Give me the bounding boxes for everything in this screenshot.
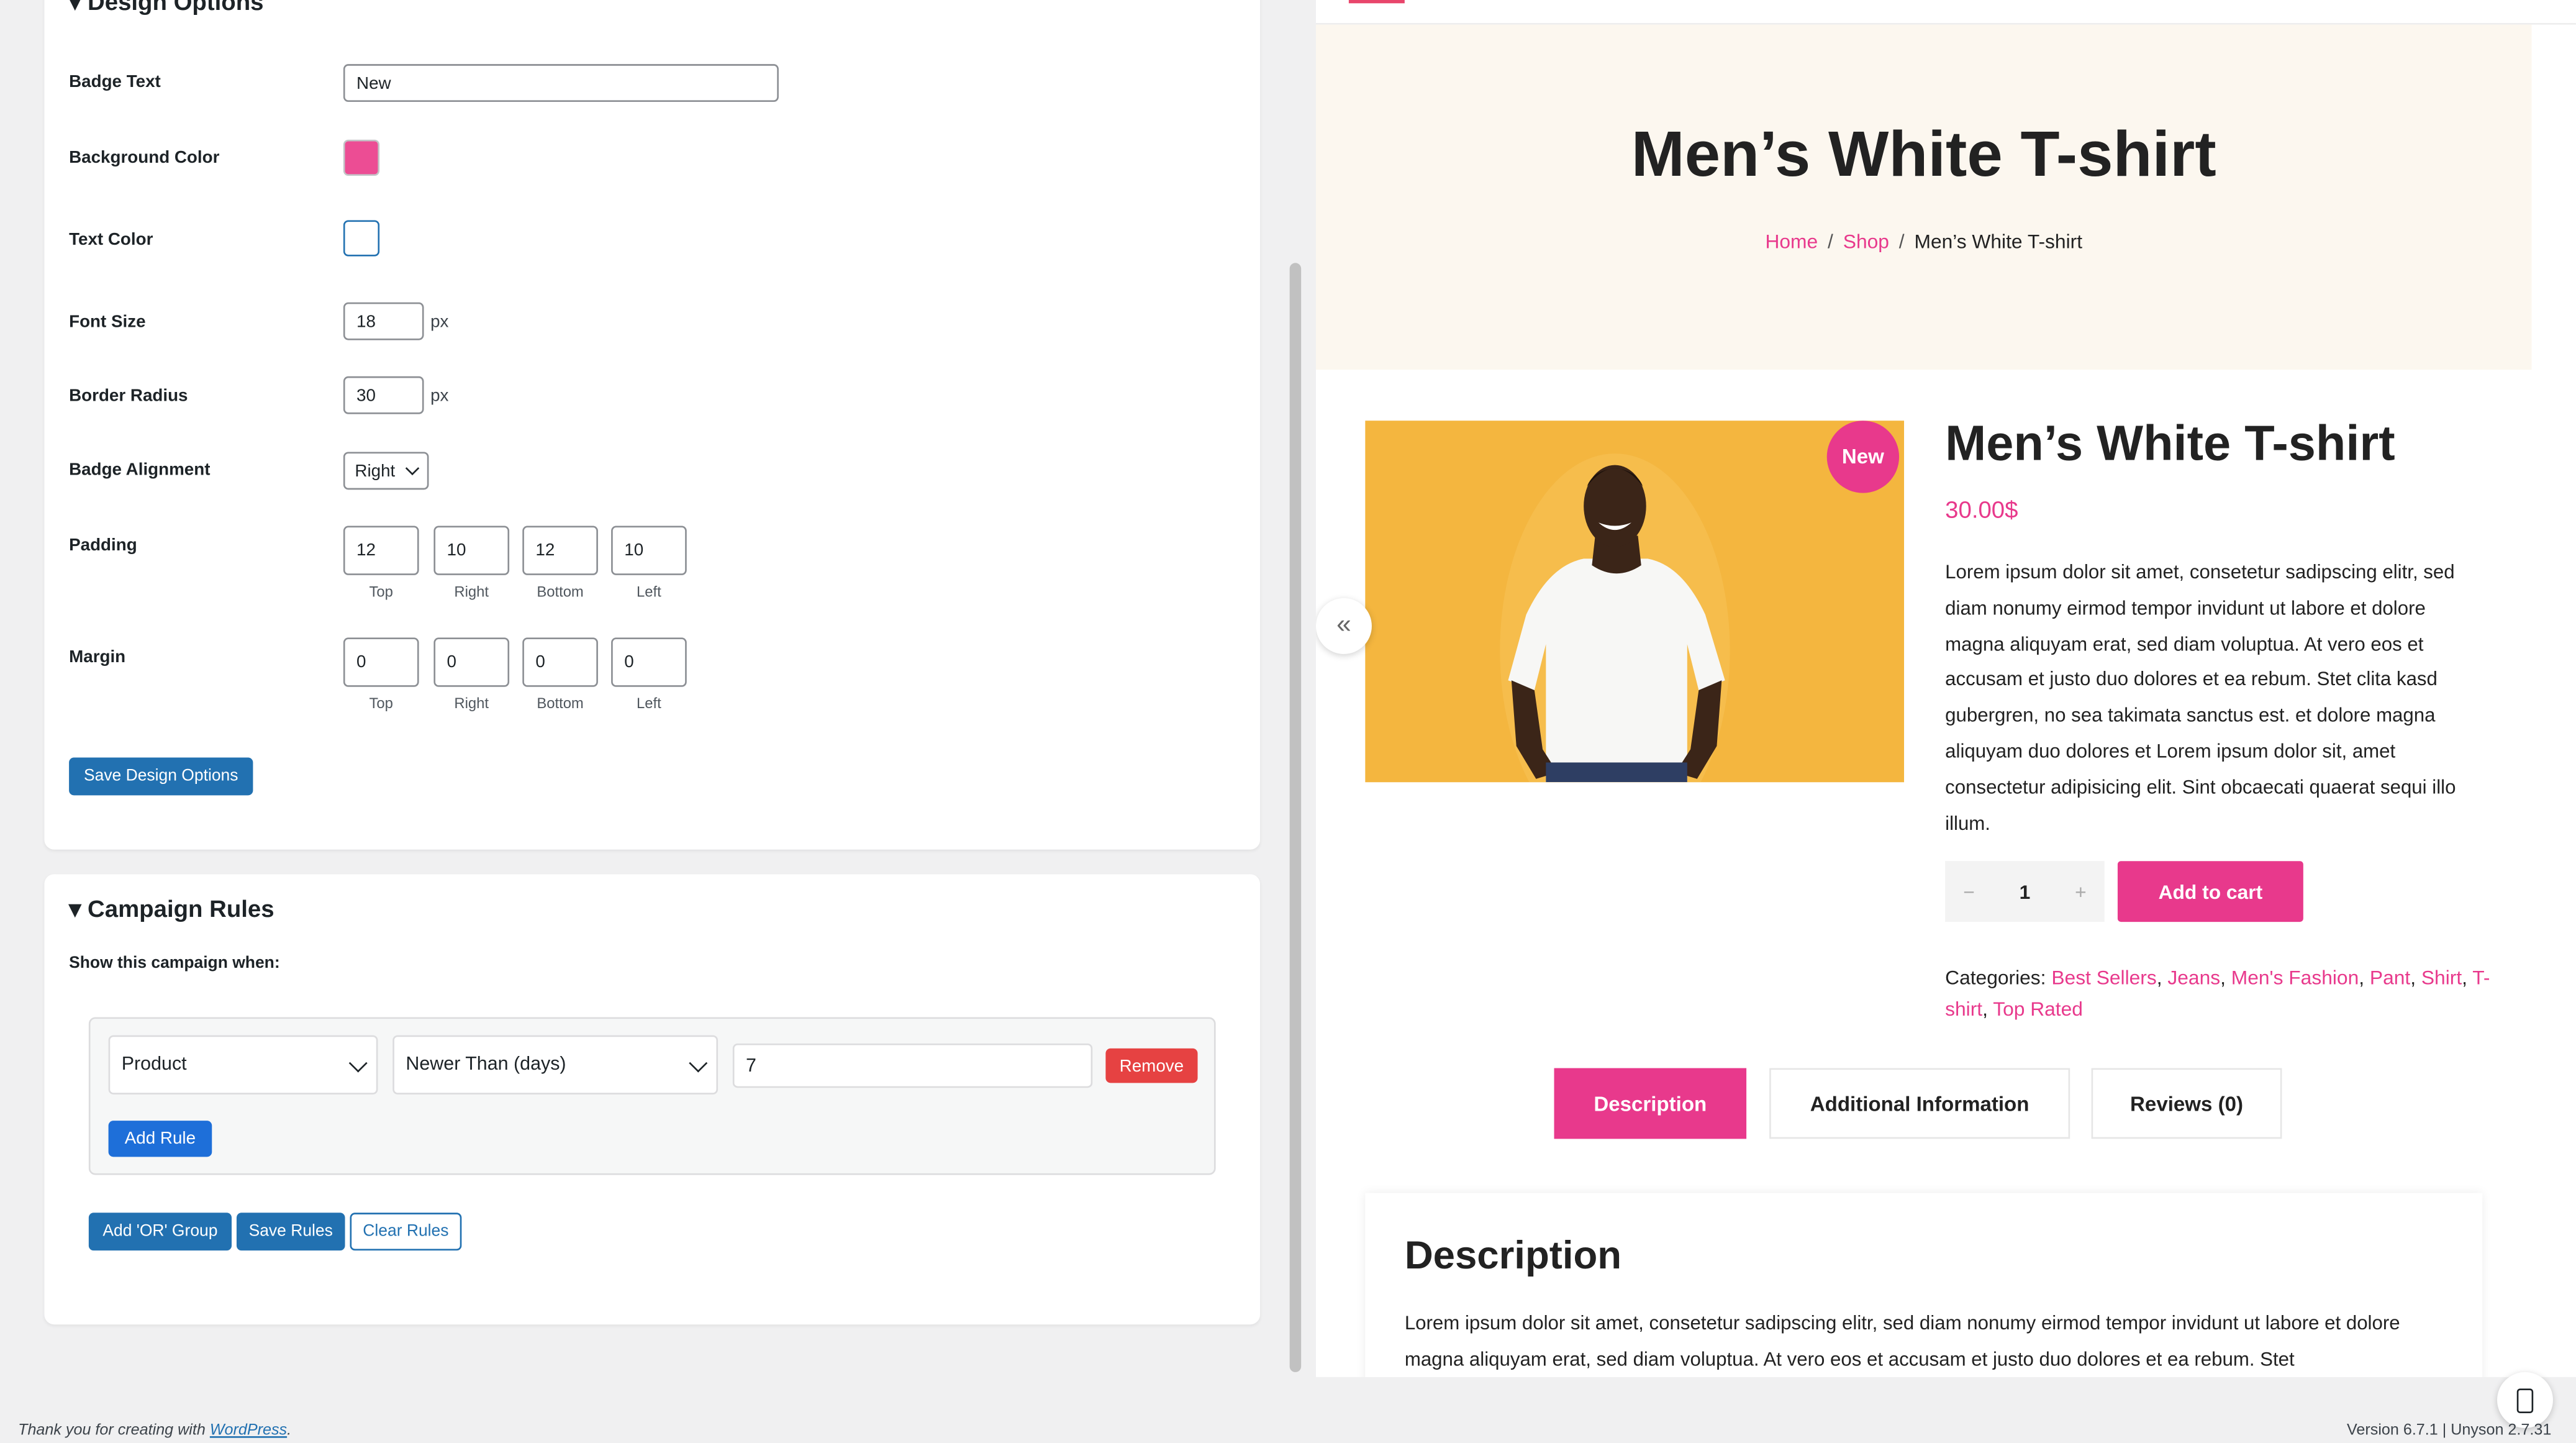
tab-description[interactable]: Description (1554, 1068, 1747, 1139)
background-color-picker[interactable] (343, 139, 380, 176)
hero-title: Men’s White T-shirt (1631, 120, 2216, 191)
margin-top-caption: Top (369, 695, 393, 712)
product-price: 30.00$ (1945, 498, 2018, 524)
category-link[interactable]: Top Rated (1993, 998, 2083, 1021)
preview-header-bar (1315, 0, 2576, 25)
description-panel: Description Lorem ipsum dolor sit amet, … (1365, 1193, 2483, 1377)
mobile-device-icon (2516, 1388, 2534, 1413)
margin-right-caption: Right (454, 695, 489, 712)
save-design-options-button[interactable]: Save Design Options (69, 757, 253, 796)
breadcrumb-home-link[interactable]: Home (1765, 230, 1818, 253)
product-preview: Men’s White T-shirt Home / Shop / Men’s Whit… (1315, 0, 2576, 1377)
wordpress-link[interactable]: WordPress (210, 1421, 287, 1439)
page-hero: Men’s White T-shirt Home / Shop / Men’s Whit… (1315, 24, 2532, 370)
rule-condition-select[interactable]: Newer Than (days) (392, 1035, 719, 1095)
badge-alignment-label: Badge Alignment (69, 460, 211, 480)
border-radius-unit: px (430, 386, 449, 406)
category-link[interactable]: Shirt (2421, 966, 2462, 989)
breadcrumb-separator: / (1898, 230, 1905, 253)
border-radius-input[interactable]: 30 (343, 376, 424, 414)
margin-top-input[interactable]: 0 (343, 637, 419, 687)
rule-subject-select[interactable]: Product (108, 1035, 378, 1095)
add-to-cart-button[interactable]: Add to cart (2117, 861, 2303, 922)
category-link[interactable]: Best Sellers (2051, 966, 2156, 989)
rule-condition-value: Newer Than (days) (406, 1055, 566, 1075)
chevron-down-icon (689, 1053, 708, 1072)
rule-value-input[interactable]: 7 (732, 1043, 1093, 1088)
category-link[interactable]: Jeans (2167, 966, 2220, 989)
product-short-description: Lorem ipsum dolor sit amet, consetetur s… (1945, 560, 2456, 834)
footer-version: Version 6.7.1 | Unyson 2.7.31 (2347, 1421, 2552, 1440)
font-size-label: Font Size (69, 312, 146, 332)
campaign-rules-heading[interactable]: ▾ Campaign Rules (69, 897, 274, 923)
qty-value[interactable]: 1 (2020, 880, 2031, 903)
breadcrumb-separator: / (1828, 230, 1833, 253)
category-link[interactable]: Pant (2370, 966, 2410, 989)
text-color-picker[interactable] (343, 220, 380, 257)
font-size-unit: px (430, 312, 449, 332)
quantity-stepper[interactable]: − 1 + (1945, 861, 2105, 922)
badge-alignment-select[interactable]: Right (343, 452, 429, 490)
triangle-down-icon: ▾ (69, 0, 81, 17)
breadcrumb: Home / Shop / Men’s White T-shirt (1316, 230, 2532, 253)
add-rule-button[interactable]: Add Rule (108, 1121, 212, 1157)
categories-label: Categories: (1945, 966, 2046, 990)
product-badge-new: New (1826, 421, 1900, 493)
margin-left-input[interactable]: 0 (611, 637, 687, 687)
remove-rule-button[interactable]: Remove (1105, 1048, 1198, 1083)
breadcrumb-shop-link[interactable]: Shop (1843, 230, 1889, 253)
product-image[interactable] (1365, 421, 1905, 783)
margin-bottom-input[interactable]: 0 (522, 637, 598, 687)
background-color-label: Background Color (69, 148, 220, 168)
font-size-input[interactable]: 18 (343, 302, 424, 340)
margin-bottom-caption: Bottom (537, 695, 584, 712)
add-or-group-button[interactable]: Add 'OR' Group (88, 1213, 232, 1251)
qty-minus-button[interactable]: − (1963, 880, 1975, 903)
save-rules-button[interactable]: Save Rules (236, 1213, 345, 1251)
product-photo-illustration (1365, 421, 1905, 783)
triangle-down-icon: ▾ (69, 897, 81, 924)
padding-right-caption: Right (454, 583, 489, 600)
margin-right-input[interactable]: 0 (433, 637, 510, 687)
panel-scrollbar-thumb[interactable] (1289, 263, 1302, 1372)
margin-left-caption: Left (637, 695, 661, 712)
breadcrumb-current: Men’s White T-shirt (1914, 230, 2083, 253)
design-options-heading[interactable]: ▾ Design Options (69, 0, 263, 16)
category-link[interactable]: Men's Fashion (2231, 966, 2359, 989)
badge-alignment-value: Right (355, 461, 396, 481)
tab-reviews[interactable]: Reviews (0) (2091, 1068, 2282, 1139)
design-options-panel (44, 0, 1261, 850)
chevron-down-icon (405, 461, 420, 476)
border-radius-label: Border Radius (69, 386, 188, 406)
padding-bottom-caption: Bottom (537, 583, 584, 600)
gallery-prev-arrow-icon[interactable]: « (1315, 598, 1372, 654)
badge-text-label: Badge Text (69, 72, 161, 93)
clear-rules-button[interactable]: Clear Rules (350, 1213, 462, 1251)
padding-label: Padding (69, 535, 137, 556)
text-color-label: Text Color (69, 230, 153, 250)
tab-additional-information[interactable]: Additional Information (1769, 1068, 2070, 1139)
product-categories: Categories: Best Sellers, Jeans, Men's F… (1945, 966, 2490, 1021)
product-title: Men’s White T-shirt (1945, 417, 2395, 472)
qty-plus-button[interactable]: + (2075, 880, 2087, 903)
description-body: Lorem ipsum dolor sit amet, consetetur s… (1404, 1311, 2400, 1370)
rule-subject-value: Product (121, 1055, 187, 1075)
chevron-down-icon (348, 1053, 368, 1072)
padding-left-input[interactable]: 10 (611, 526, 687, 575)
padding-top-input[interactable]: 12 (343, 526, 419, 575)
rules-intro-text: Show this campaign when: (69, 954, 280, 973)
description-heading: Description (1404, 1234, 1622, 1279)
padding-left-caption: Left (637, 583, 661, 600)
margin-label: Margin (69, 647, 126, 668)
badge-text-input[interactable]: New (343, 64, 779, 102)
padding-bottom-input[interactable]: 12 (522, 526, 598, 575)
padding-right-input[interactable]: 10 (433, 526, 510, 575)
padding-top-caption: Top (369, 583, 393, 600)
header-accent (1348, 0, 1405, 4)
mobile-preview-button[interactable] (2497, 1372, 2553, 1428)
footer-thanks: Thank you for creating with WordPress. (18, 1421, 292, 1440)
